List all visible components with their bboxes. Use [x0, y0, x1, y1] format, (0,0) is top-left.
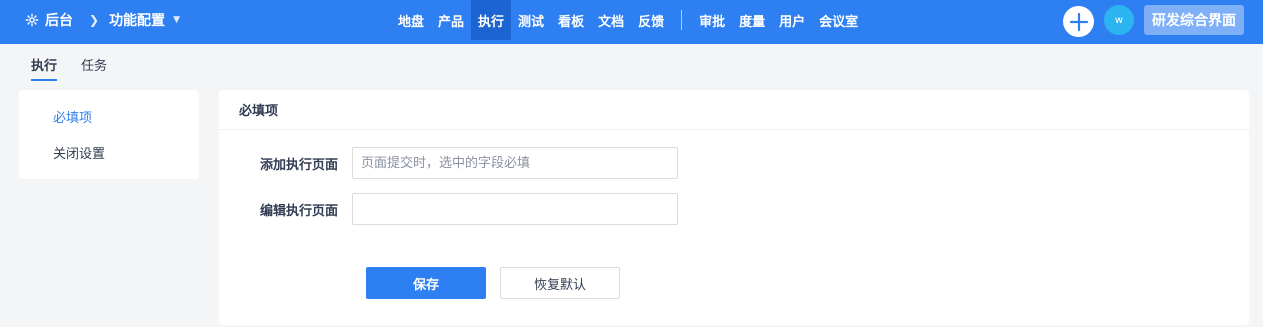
- side-item-close-settings[interactable]: 关闭设置: [19, 134, 199, 170]
- form-row-add: 添加执行页面: [219, 147, 678, 179]
- side-menu: 必填项 关闭设置: [19, 90, 199, 179]
- nav-item-dashboard[interactable]: 地盘: [391, 0, 431, 40]
- nav-item-approval[interactable]: 审批: [692, 0, 732, 40]
- plus-icon: [1069, 12, 1088, 31]
- top-header: 后台 ❯ 功能配置 ▼ 地盘 产品 执行 测试 看板 文档 反馈 审批 度量 用…: [0, 0, 1263, 44]
- brand[interactable]: 后台 ❯ 功能配置 ▼: [25, 0, 180, 40]
- avatar[interactable]: w: [1104, 5, 1134, 35]
- nav-item-execution[interactable]: 执行: [471, 0, 512, 40]
- chevron-right-icon: ❯: [89, 13, 100, 27]
- nav-item-test[interactable]: 测试: [511, 0, 551, 40]
- workspace-switch-button[interactable]: 研发综合界面: [1144, 5, 1244, 35]
- form-row-edit: 编辑执行页面: [219, 193, 678, 225]
- side-item-required[interactable]: 必填项: [19, 98, 199, 134]
- gear-icon: [25, 13, 39, 27]
- nav-item-metrics[interactable]: 度量: [732, 0, 772, 40]
- restore-default-button[interactable]: 恢复默认: [500, 267, 620, 299]
- add-execution-required-input[interactable]: [352, 147, 678, 179]
- edit-execution-required-input[interactable]: [352, 193, 678, 225]
- chevron-down-icon[interactable]: ▼: [173, 15, 180, 25]
- brand-label[interactable]: 后台: [45, 10, 73, 30]
- field-label-add: 添加执行页面: [259, 157, 338, 173]
- nav-item-feedback[interactable]: 反馈: [631, 0, 671, 40]
- field-label-edit: 编辑执行页面: [259, 203, 338, 219]
- tab-execution[interactable]: 执行: [31, 44, 58, 84]
- nav-item-meeting-room[interactable]: 会议室: [812, 0, 865, 40]
- main-nav: 地盘 产品 执行 测试 看板 文档 反馈 审批 度量 用户 会议室: [391, 0, 865, 40]
- nav-item-kanban[interactable]: 看板: [551, 0, 591, 40]
- add-button[interactable]: [1063, 6, 1094, 37]
- main-panel: 必填项 添加执行页面 编辑执行页面 保存 恢复默认: [219, 90, 1249, 325]
- nav-divider: [681, 10, 683, 30]
- panel-title: 必填项: [219, 90, 1249, 130]
- sub-tabs: 执行 任务: [31, 44, 107, 84]
- nav-item-users[interactable]: 用户: [772, 0, 812, 40]
- breadcrumb[interactable]: 功能配置: [109, 10, 165, 30]
- nav-item-doc[interactable]: 文档: [591, 0, 631, 40]
- tab-task[interactable]: 任务: [81, 44, 107, 84]
- nav-item-product[interactable]: 产品: [431, 0, 471, 40]
- save-button[interactable]: 保存: [366, 267, 486, 299]
